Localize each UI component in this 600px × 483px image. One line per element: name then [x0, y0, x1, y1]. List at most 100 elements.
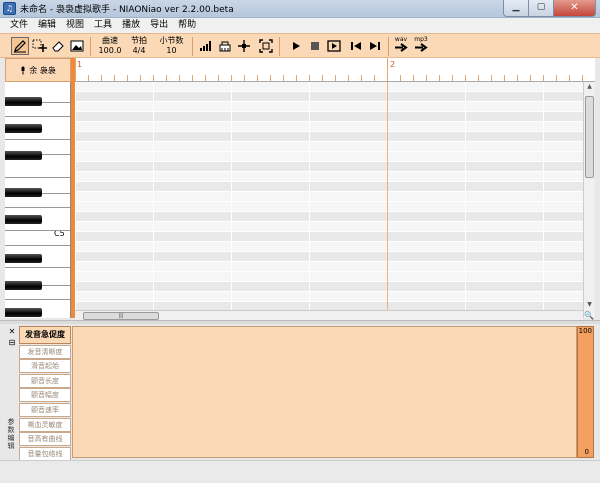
param-edit-area[interactable] [72, 326, 577, 458]
stop-button[interactable] [306, 37, 324, 55]
skip-forward-icon [370, 42, 380, 50]
black-key[interactable] [5, 97, 42, 106]
beat-control[interactable]: 节拍 4/4 [129, 36, 149, 56]
play-button[interactable] [287, 37, 305, 55]
skip-start-button[interactable] [347, 37, 365, 55]
minimize-button[interactable]: ▁ [503, 0, 529, 17]
menu-export[interactable]: 导出 [145, 18, 173, 33]
pencil-tool-button[interactable] [11, 37, 29, 55]
horizontal-scrollbar[interactable]: ||| [75, 310, 583, 320]
menu-tools[interactable]: 工具 [89, 18, 117, 33]
ruler-tick [478, 75, 479, 81]
loop-play-button[interactable] [325, 37, 343, 55]
scroll-up-arrow[interactable]: ▲ [584, 82, 595, 92]
piano-keyboard[interactable]: C5 [5, 82, 71, 318]
close-button[interactable]: ✕ [554, 0, 596, 17]
scroll-down-arrow[interactable]: ▼ [584, 300, 595, 310]
param-item[interactable]: 颤音长度 [19, 373, 71, 388]
horizontal-scroll-thumb[interactable]: ||| [83, 312, 159, 320]
close-icon[interactable]: ✕ [6, 326, 18, 337]
black-key[interactable] [5, 124, 42, 133]
beat-line [309, 82, 310, 310]
fit-view-button[interactable] [257, 37, 275, 55]
grid-row [75, 252, 583, 262]
grid-row [75, 92, 583, 102]
vertical-scroll-thumb[interactable] [585, 96, 594, 178]
arrow-right-icon [415, 43, 428, 52]
window-title: 未命名 - 袅袅虚拟歌手 - NIAONiao ver 2.2.00.beta [20, 5, 234, 15]
arrow-right-icon [395, 43, 408, 52]
ruler-tick [530, 75, 531, 81]
scroll-grip: ||| [118, 313, 124, 319]
menu-help[interactable]: 帮助 [173, 18, 201, 33]
black-key[interactable] [5, 281, 42, 290]
param-item[interactable]: 音高有曲线 [19, 432, 71, 447]
beat-line [75, 82, 76, 310]
export-wav-button[interactable]: wav [393, 36, 409, 54]
grid-row [75, 242, 583, 252]
param-item[interactable]: 颤音幅度 [19, 388, 71, 403]
menu-file[interactable]: 文件 [5, 18, 33, 33]
menu-edit[interactable]: 编辑 [33, 18, 61, 33]
vertical-scrollbar[interactable]: ▲ ▼ [583, 82, 595, 318]
zoom-icon[interactable]: 🔍 [584, 311, 594, 320]
grid-row [75, 132, 583, 142]
image-tool-button[interactable] [68, 37, 86, 55]
bar-count-label: 小节数 [159, 36, 184, 45]
skip-end-button[interactable] [366, 37, 384, 55]
track-header[interactable]: 余 袅袅 [5, 58, 71, 82]
synth-button[interactable] [216, 37, 234, 55]
param-item[interactable]: 发音急促度 [19, 326, 71, 344]
beat-line [543, 82, 544, 310]
tempo-label: 曲速 [102, 36, 118, 45]
ruler-tick [75, 58, 76, 81]
grid-row [75, 232, 583, 242]
grid-row [75, 162, 583, 172]
param-item[interactable]: 音量包络线 [19, 446, 71, 461]
maximize-button[interactable]: ▢ [529, 0, 554, 17]
eraser-tool-button[interactable] [49, 37, 67, 55]
black-key[interactable] [5, 308, 42, 317]
beat-label: 节拍 [131, 36, 147, 45]
synthesizer-icon [219, 41, 231, 52]
move-icon [238, 40, 250, 52]
ruler-tick [426, 75, 427, 81]
ruler-tick [101, 75, 102, 81]
tempo-control[interactable]: 曲速 100.0 [98, 36, 122, 56]
menu-play[interactable]: 播放 [117, 18, 145, 33]
track-name: 余 袅袅 [29, 65, 56, 75]
black-key[interactable] [5, 188, 42, 197]
move-button[interactable] [235, 37, 253, 55]
status-bar [0, 460, 600, 483]
black-key[interactable] [5, 254, 42, 263]
black-key[interactable] [5, 215, 42, 224]
black-key[interactable] [5, 151, 42, 160]
ruler-tick [166, 75, 167, 81]
menu-bar: 文件 编辑 视图 工具 播放 导出 帮助 [0, 18, 600, 33]
select-add-tool-button[interactable] [31, 37, 49, 55]
grid-row [75, 292, 583, 302]
menu-view[interactable]: 视图 [61, 18, 89, 33]
ruler-tick [504, 75, 505, 81]
piano-roll-grid[interactable] [75, 82, 583, 310]
beat-line [231, 82, 232, 310]
ruler-tick [179, 75, 180, 81]
scale-max-label: 100 [578, 327, 592, 335]
volume-bars-button[interactable] [197, 37, 215, 55]
select-add-icon [32, 39, 47, 52]
param-item[interactable]: 滑音起始 [19, 359, 71, 374]
ruler-tick [491, 75, 492, 81]
bar-count-control[interactable]: 小节数 10 [157, 36, 186, 56]
param-item[interactable]: 发音清晰度 [19, 344, 71, 359]
ruler-tick [413, 75, 414, 81]
param-item[interactable]: 颤音速率 [19, 402, 71, 417]
timeline-ruler[interactable]: 1 2 [75, 58, 595, 82]
ruler-tick [127, 75, 128, 81]
pin-icon[interactable]: ⊟ [6, 337, 18, 348]
bar-count-value: 10 [166, 46, 177, 55]
white-key-divider [5, 177, 70, 178]
param-item[interactable]: 嘶血灵敏度 [19, 417, 71, 432]
export-mp3-button[interactable]: mp3 [413, 36, 429, 54]
panel-splitter[interactable] [0, 320, 600, 324]
white-key-divider [5, 230, 70, 231]
